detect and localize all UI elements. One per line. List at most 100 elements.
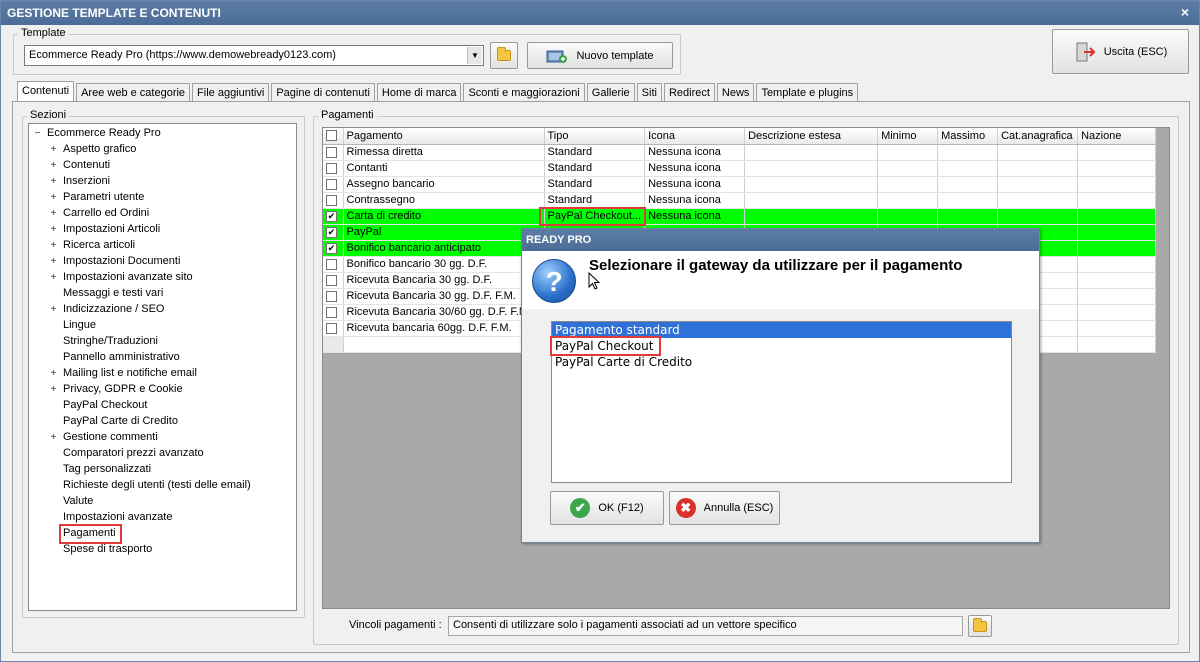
cell-empty[interactable] bbox=[877, 192, 939, 209]
cell-pagamento[interactable]: Ricevuta Bancaria 30/60 gg. D.F. F.M. bbox=[343, 304, 545, 321]
new-template-button[interactable]: Nuovo template bbox=[527, 42, 673, 69]
row-checkbox-cell[interactable] bbox=[323, 288, 344, 305]
tree-item-contenuti[interactable]: + Contenuti bbox=[49, 159, 111, 174]
expand-icon[interactable]: + bbox=[49, 241, 58, 251]
column-header-cat-anagrafica[interactable]: Cat.anagrafica bbox=[997, 128, 1079, 145]
cell-empty[interactable] bbox=[343, 336, 545, 353]
cell-pagamento[interactable]: Rimessa diretta bbox=[343, 144, 545, 161]
tab-news[interactable]: News bbox=[716, 83, 755, 102]
tree-item-ricerca-articoli[interactable]: + Ricerca articoli bbox=[49, 239, 136, 254]
gateway-option-paypal-carte-di-credito[interactable]: PayPal Carte di Credito bbox=[552, 354, 1011, 370]
tree-item-lingue[interactable]: Lingue bbox=[63, 319, 96, 334]
cell-empty[interactable] bbox=[937, 160, 999, 177]
tree-item-richieste-degli-utenti-testi-delle-email[interactable]: Richieste degli utenti (testi delle emai… bbox=[63, 479, 251, 494]
cell-empty[interactable] bbox=[997, 144, 1079, 161]
expand-icon[interactable]: + bbox=[49, 433, 58, 443]
column-header-icona[interactable]: Icona bbox=[644, 128, 746, 145]
cell-empty[interactable] bbox=[877, 208, 939, 225]
tree-item-stringhe-traduzioni[interactable]: Stringhe/Traduzioni bbox=[63, 335, 158, 350]
open-folder-button[interactable] bbox=[490, 42, 518, 69]
tree-item-messaggi-e-testi-vari[interactable]: Messaggi e testi vari bbox=[63, 287, 163, 302]
cell-tipo[interactable]: Standard bbox=[544, 144, 646, 161]
row-checkbox[interactable] bbox=[326, 290, 337, 302]
tree-item-comparatori-prezzi-avanzato[interactable]: Comparatori prezzi avanzato bbox=[63, 447, 204, 462]
row-checkbox-cell[interactable] bbox=[323, 320, 344, 337]
column-header-pagamento[interactable]: Pagamento bbox=[343, 128, 545, 145]
tree-item-mailing-list-e-notifiche-email[interactable]: + Mailing list e notifiche email bbox=[49, 367, 197, 382]
table-row[interactable]: Contrassegno Standard Nessuna icona bbox=[323, 192, 1157, 209]
cell-empty[interactable] bbox=[937, 176, 999, 193]
expand-icon[interactable]: + bbox=[49, 369, 58, 379]
cell-pagamento[interactable]: Ricevuta bancaria 60gg. D.F. F.M. bbox=[343, 320, 545, 337]
row-checkbox-cell[interactable] bbox=[323, 192, 344, 209]
tree-item-privacy-gdpr-e-cookie[interactable]: + Privacy, GDPR e Cookie bbox=[49, 383, 183, 398]
tree-item-impostazioni-avanzate-sito[interactable]: + Impostazioni avanzate sito bbox=[49, 271, 193, 286]
expand-icon[interactable]: + bbox=[49, 305, 58, 315]
cell-empty[interactable] bbox=[1077, 304, 1157, 321]
tab-gallerie[interactable]: Gallerie bbox=[586, 83, 635, 102]
cell-icona[interactable]: Nessuna icona bbox=[644, 160, 746, 177]
expand-icon[interactable]: + bbox=[49, 145, 58, 155]
table-row[interactable]: Contanti Standard Nessuna icona bbox=[323, 160, 1157, 177]
table-row[interactable]: Rimessa diretta Standard Nessuna icona bbox=[323, 144, 1157, 161]
cell-pagamento[interactable]: Bonifico bancario 30 gg. D.F. bbox=[343, 256, 545, 273]
cell-empty[interactable] bbox=[1077, 256, 1157, 273]
ok-button[interactable]: ✔ OK (F12) bbox=[550, 491, 664, 525]
cell-empty[interactable] bbox=[997, 192, 1079, 209]
tree-item-pannello-amministrativo[interactable]: Pannello amministrativo bbox=[63, 351, 180, 366]
cell-empty[interactable] bbox=[1077, 272, 1157, 289]
cell-tipo[interactable]: PayPal Checkout... bbox=[544, 208, 646, 225]
cell-empty[interactable] bbox=[877, 160, 939, 177]
expand-icon[interactable]: + bbox=[49, 193, 58, 203]
row-checkbox-cell[interactable] bbox=[323, 144, 344, 161]
column-header-minimo[interactable]: Minimo bbox=[877, 128, 939, 145]
cell-empty[interactable] bbox=[1077, 320, 1157, 337]
row-checkbox[interactable] bbox=[326, 306, 337, 318]
tree-item-impostazioni-documenti[interactable]: + Impostazioni Documenti bbox=[49, 255, 181, 270]
cancel-button[interactable]: ✖ Annulla (ESC) bbox=[669, 491, 780, 525]
cell-empty[interactable] bbox=[997, 176, 1079, 193]
tab-file-aggiuntivi[interactable]: File aggiuntivi bbox=[192, 83, 270, 102]
cell-pagamento[interactable]: Bonifico bancario anticipato bbox=[343, 240, 545, 257]
tree-item-parametri-utente[interactable]: + Parametri utente bbox=[49, 191, 145, 206]
cell-empty[interactable] bbox=[1077, 144, 1157, 161]
cell-empty[interactable] bbox=[937, 208, 999, 225]
tab-template-e-plugins[interactable]: Template e plugins bbox=[756, 83, 859, 102]
new-row-cell[interactable] bbox=[323, 336, 344, 353]
row-checkbox[interactable] bbox=[326, 162, 337, 174]
tree-item-carrello-ed-ordini[interactable]: + Carrello ed Ordini bbox=[49, 207, 150, 222]
tree-item-gestione-commenti[interactable]: + Gestione commenti bbox=[49, 431, 158, 446]
cell-empty[interactable] bbox=[1077, 192, 1157, 209]
cell-tipo[interactable]: Standard bbox=[544, 192, 646, 209]
cell-empty[interactable] bbox=[744, 160, 879, 177]
tree-item-impostazioni-avanzate[interactable]: Impostazioni avanzate bbox=[63, 511, 172, 526]
row-checkbox-cell[interactable]: ✔ bbox=[323, 240, 344, 257]
cell-icona[interactable]: Nessuna icona bbox=[644, 208, 746, 225]
tree-root[interactable]: − Ecommerce Ready Pro bbox=[33, 127, 161, 142]
close-icon[interactable]: × bbox=[1181, 4, 1189, 20]
tab-contenuti[interactable]: Contenuti bbox=[17, 81, 75, 102]
chevron-down-icon[interactable]: ▼ bbox=[467, 47, 482, 64]
cell-pagamento[interactable]: Assegno bancario bbox=[343, 176, 545, 193]
table-row[interactable]: ✔ Carta di credito PayPal Checkout... Nessu… bbox=[323, 208, 1157, 225]
row-checkbox-cell[interactable] bbox=[323, 176, 344, 193]
cell-empty[interactable] bbox=[1077, 240, 1157, 257]
cell-pagamento[interactable]: Contanti bbox=[343, 160, 545, 177]
expand-icon[interactable]: + bbox=[49, 273, 58, 283]
row-checkbox[interactable]: ✔ bbox=[326, 210, 337, 222]
cell-pagamento[interactable]: Ricevuta Bancaria 30 gg. D.F. bbox=[343, 272, 545, 289]
expand-icon[interactable]: + bbox=[49, 177, 58, 187]
expand-icon[interactable]: + bbox=[49, 161, 58, 171]
row-checkbox[interactable] bbox=[326, 322, 337, 334]
row-checkbox-cell[interactable] bbox=[323, 272, 344, 289]
row-checkbox[interactable] bbox=[326, 146, 337, 158]
cell-empty[interactable] bbox=[744, 176, 879, 193]
cell-icona[interactable]: Nessuna icona bbox=[644, 176, 746, 193]
expand-icon[interactable]: + bbox=[49, 385, 58, 395]
cell-empty[interactable] bbox=[1077, 288, 1157, 305]
vincoli-field[interactable]: Consenti di utilizzare solo i pagamenti … bbox=[448, 616, 963, 636]
cell-empty[interactable] bbox=[1077, 208, 1157, 225]
cell-icona[interactable]: Nessuna icona bbox=[644, 144, 746, 161]
row-checkbox-cell[interactable]: ✔ bbox=[323, 208, 344, 225]
tree-item-paypal-checkout[interactable]: PayPal Checkout bbox=[63, 399, 147, 414]
